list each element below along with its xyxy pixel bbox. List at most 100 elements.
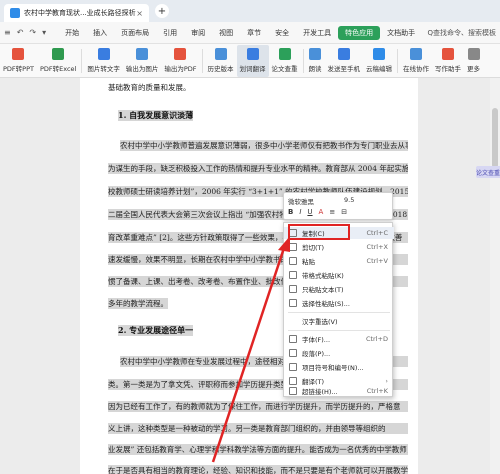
context-paste-text[interactable]: 只粘贴文本(T): [284, 283, 394, 295]
font-size-select[interactable]: 9.5: [344, 196, 354, 204]
context-cut[interactable]: 剪切(T) Ctrl+X: [284, 241, 394, 253]
new-tab-button[interactable]: +: [155, 4, 169, 18]
ribbon-divider: [302, 48, 304, 73]
image-to-text-icon: [97, 48, 110, 60]
document-tab[interactable]: 农村中学教育现状...业成长路径探析 ×: [4, 4, 149, 22]
scrollbar-thumb[interactable]: [492, 108, 498, 168]
font-name-select[interactable]: 微软雅黑: [288, 196, 314, 206]
translate-icon: [246, 48, 259, 60]
context-reselect[interactable]: 汉字重选(V): [284, 315, 394, 327]
vertical-scrollbar[interactable]: [490, 78, 500, 474]
ribbon-divider: [397, 48, 399, 73]
menu-tab-review[interactable]: 审阅: [184, 26, 212, 40]
underline-button[interactable]: U: [307, 208, 312, 216]
chevron-down-icon[interactable]: ▾: [42, 28, 46, 37]
undo-icon[interactable]: ↶: [17, 28, 24, 37]
plagiarism-check-button[interactable]: 论文查重: [269, 45, 301, 77]
more-button[interactable]: 更多: [464, 45, 483, 77]
export-image-icon: [136, 48, 149, 60]
image-to-text-button[interactable]: 图片转文字: [84, 45, 123, 77]
quick-access: ≡ ↶ ↷ ▾: [4, 28, 52, 37]
cut-icon: [289, 243, 297, 251]
context-paste-special[interactable]: 选择性粘贴(S)...: [284, 297, 394, 309]
menu-tab-doc-assistant[interactable]: 文档助手: [380, 26, 422, 40]
document-tab-title: 农村中学教育现状...业成长路径探析: [24, 9, 136, 17]
pdf-to-ppt-button[interactable]: PDF转PPT: [0, 45, 37, 77]
border-button[interactable]: ⊟: [341, 208, 347, 216]
menu-tab-sections[interactable]: 章节: [240, 26, 268, 40]
doc-text-line: 为谋生的手段，缺乏积极投入工作的热情和提升专业水平的精神。教育部从 2004 年…: [108, 163, 408, 174]
align-button[interactable]: ≡: [329, 208, 335, 216]
pdf-to-excel-button[interactable]: PDF转Excel: [37, 45, 79, 77]
menu-tab-references[interactable]: 引用: [156, 26, 184, 40]
menu-tab-special-apps[interactable]: 特色应用: [338, 25, 381, 40]
menu-tabs: 开始 插入 页面布局 引用 审阅 视图 章节 安全 开发工具 特色应用 文档助手: [58, 25, 422, 40]
redo-icon[interactable]: ↷: [29, 28, 36, 37]
mini-format-toolbar: 微软雅黑 9.5 B I U A ≡ ⊟: [283, 192, 393, 220]
menu-bar: ≡ ↶ ↷ ▾ 开始 插入 页面布局 引用 审阅 视图 章节 安全 开发工具 特…: [0, 22, 500, 44]
online-collab-button[interactable]: 在线协作: [400, 45, 432, 77]
font-icon: [289, 335, 297, 343]
reselect-icon: [289, 317, 297, 325]
wps-doc-icon: [10, 8, 20, 18]
search-command-input[interactable]: Q查找命令、搜索模板: [427, 28, 496, 38]
copy-highlight-box: [288, 224, 350, 240]
doc-text-line: 因为已经有工作了，有的教师就为了保住工作，而进行学历提升，而学历提升的，严格意: [108, 401, 408, 412]
plagiarism-side-tag[interactable]: 论文查重: [476, 166, 500, 178]
doc-text-line: 义上讲，这种类型是一种被动的学习。另一类是教育部门组织的，并由领导等组织的: [108, 423, 408, 434]
phone-icon: [337, 48, 350, 60]
send-to-phone-button[interactable]: 发送至手机: [325, 45, 364, 77]
menu-tab-developer[interactable]: 开发工具: [296, 26, 338, 40]
pdf-to-ppt-icon: [12, 48, 25, 60]
context-paragraph[interactable]: 段落(P)...: [284, 347, 394, 359]
export-image-button[interactable]: 输出为图片: [123, 45, 162, 77]
paragraph-icon: [289, 349, 297, 357]
menu-tab-insert[interactable]: 插入: [86, 26, 114, 40]
history-icon: [214, 48, 227, 60]
section-heading: 2. 专业发展途径单一: [118, 325, 194, 336]
history-button[interactable]: 历史版本: [205, 45, 237, 77]
cloud-icon: [373, 48, 386, 60]
context-paste-format[interactable]: 带格式粘贴(K): [284, 269, 394, 281]
close-icon[interactable]: ×: [136, 9, 143, 18]
menu-tab-home[interactable]: 开始: [58, 26, 86, 40]
bullets-icon: [289, 363, 297, 371]
doc-text-line: 业发展” 还包括教育学、心理学和学科教学法等方面的提升。能否成为一名优秀的中学教…: [108, 444, 408, 455]
menu-tab-view[interactable]: 视图: [212, 26, 240, 40]
paste-format-icon: [289, 271, 297, 279]
font-color-button[interactable]: A: [319, 208, 324, 216]
context-bullets[interactable]: 项目符号和编号(N)...: [284, 361, 394, 373]
italic-button[interactable]: I: [299, 208, 301, 216]
bold-button[interactable]: B: [288, 208, 293, 216]
word-translate-button[interactable]: 划词翻译: [236, 44, 269, 77]
collab-icon: [410, 48, 423, 60]
pdf-to-excel-icon: [52, 48, 65, 60]
context-hyperlink[interactable]: 超链接(H)... Ctrl+K: [284, 385, 394, 397]
writing-assistant-button[interactable]: 写作助手: [432, 45, 464, 77]
menu-divider: [288, 312, 390, 313]
section-heading: 1. 自我发展意识淡薄: [118, 110, 194, 121]
ribbon-divider: [201, 48, 203, 73]
menu-icon[interactable]: ≡: [4, 28, 11, 37]
menu-tab-layout[interactable]: 页面布局: [114, 26, 156, 40]
menu-divider: [288, 330, 390, 331]
speaker-icon: [309, 48, 322, 60]
doc-text-line: 在于是否具有相当的教育理论，经验、知识和技能，而不是只要是有个老师就可以开展教学…: [108, 465, 408, 474]
translate-icon: [289, 377, 297, 385]
read-aloud-button[interactable]: 朗读: [306, 45, 325, 77]
export-pdf-button[interactable]: 输出为PDF: [161, 45, 199, 77]
more-icon: [467, 48, 480, 60]
paste-special-icon: [289, 299, 297, 307]
doc-text-line: 农村中学中小学教师普遍发展意识薄弱，很多中小学老师仅有把教书作为专门职业去从事，…: [120, 140, 408, 151]
pen-icon: [442, 48, 455, 60]
paste-text-icon: [289, 285, 297, 293]
cloud-edit-button[interactable]: 云稿编辑: [363, 45, 395, 77]
link-icon: [289, 387, 297, 395]
context-font[interactable]: 字体(F)... Ctrl+D: [284, 333, 394, 345]
doc-text-line: 多年的教学流程。: [108, 298, 168, 309]
menu-tab-security[interactable]: 安全: [268, 26, 296, 40]
title-bar: 农村中学教育现状...业成长路径探析 × +: [0, 0, 500, 22]
context-menu: 复制(C) Ctrl+C 剪切(T) Ctrl+X 粘贴 Ctrl+V 带格式粘贴(K…: [283, 222, 394, 397]
context-paste[interactable]: 粘贴 Ctrl+V: [284, 255, 394, 267]
export-pdf-icon: [174, 48, 187, 60]
